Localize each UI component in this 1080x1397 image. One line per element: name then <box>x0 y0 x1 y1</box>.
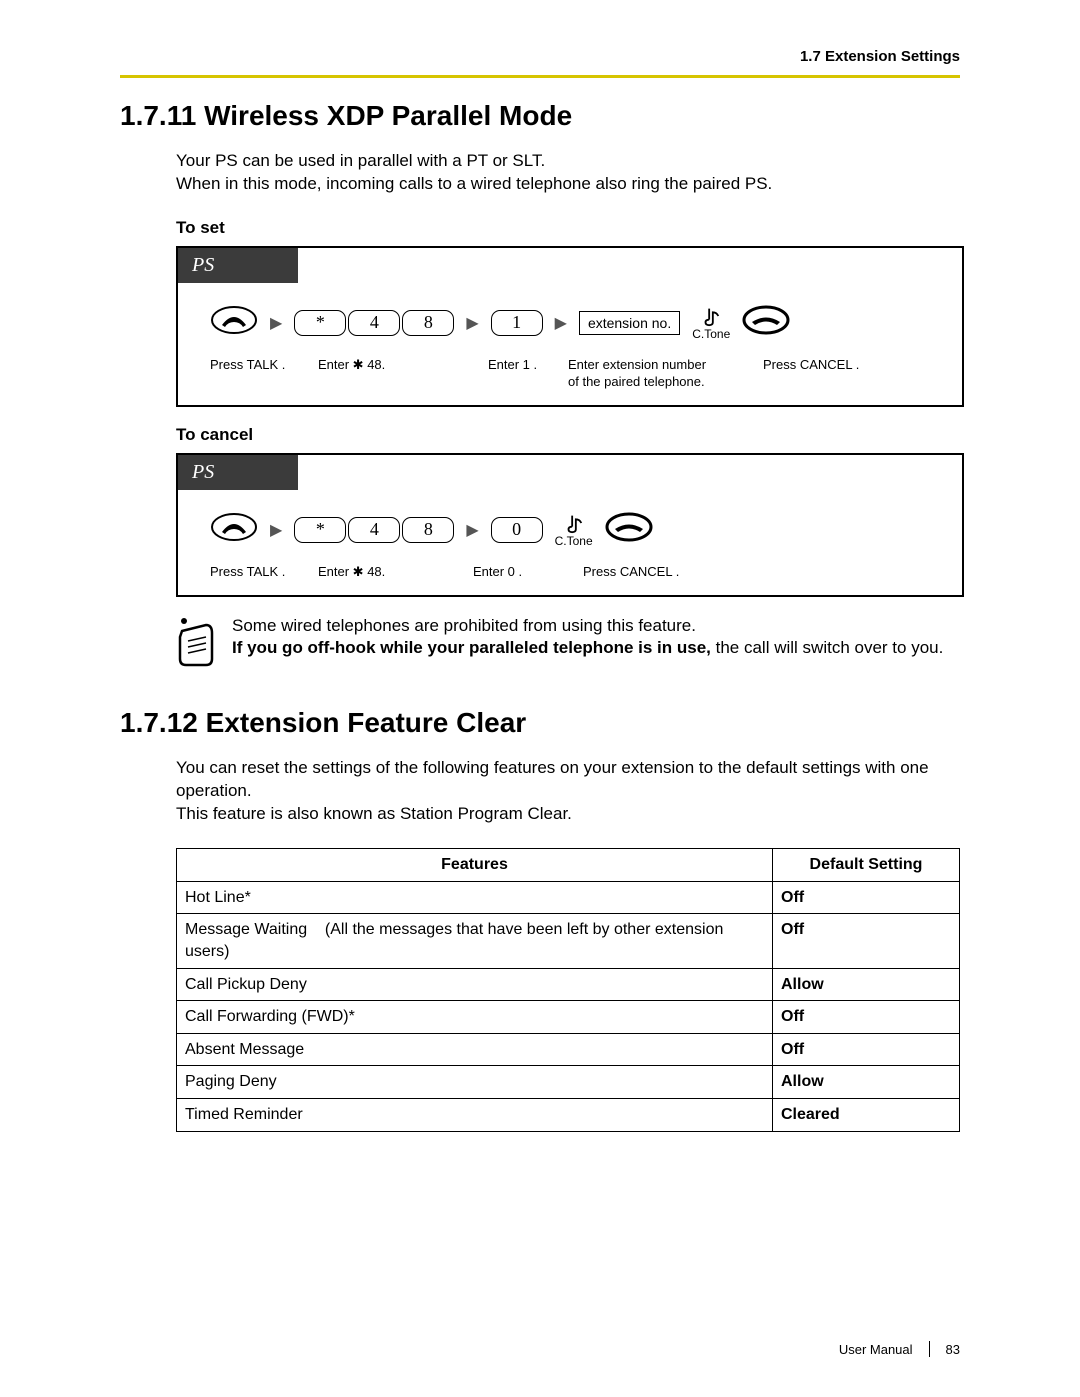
key-star: * <box>294 517 346 543</box>
note-line1: Some wired telephones are prohibited fro… <box>232 615 943 638</box>
cap-press-cancel: Press CANCEL . <box>763 357 859 391</box>
note-text: Some wired telephones are prohibited fro… <box>232 615 943 674</box>
cap-enter-48: Enter ✱ 48. <box>318 357 488 391</box>
ctone-label: C.Tone <box>692 327 730 341</box>
proc-content-cancel: ▶ * 4 8 ▶ 0 C.Tone <box>178 490 962 595</box>
icon-row-cancel: ▶ * 4 8 ▶ 0 C.Tone <box>210 512 942 548</box>
note-block: Some wired telephones are prohibited fro… <box>176 615 960 674</box>
ctone-label: C.Tone <box>555 534 593 548</box>
intro1b: When in this mode, incoming calls to a w… <box>176 174 772 193</box>
confirmation-tone-icon: C.Tone <box>692 305 730 341</box>
arrow-icon: ▶ <box>466 520 478 540</box>
page-header: 1.7 Extension Settings <box>120 48 960 73</box>
default-cell: Cleared <box>773 1099 960 1132</box>
table-row: Message Waiting (All the messages that h… <box>177 914 960 968</box>
table-row: Call Forwarding (FWD)* Off <box>177 1001 960 1034</box>
feature-cell: Absent Message <box>177 1033 773 1066</box>
cap-enter-1: Enter 1 . <box>488 357 568 391</box>
default-cell: Allow <box>773 1066 960 1099</box>
section1-body: Your PS can be used in parallel with a P… <box>176 150 960 673</box>
default-cell: Allow <box>773 968 960 1001</box>
page-footer: User Manual 83 <box>839 1341 960 1357</box>
table-row: Timed Reminder Cleared <box>177 1099 960 1132</box>
note-icon <box>176 615 218 674</box>
page: 1.7 Extension Settings 1.7.11 Wireless X… <box>0 0 1080 1397</box>
talk-handset-icon <box>210 512 258 547</box>
arrow-icon: ▶ <box>466 313 478 333</box>
ps-tab: PS <box>178 455 298 490</box>
intro1a: Your PS can be used in parallel with a P… <box>176 151 545 170</box>
feature-cell: Message Waiting (All the messages that h… <box>177 914 773 968</box>
cancel-handset-icon <box>742 305 790 340</box>
cap-enter-ext: Enter extension number of the paired tel… <box>568 357 763 391</box>
section-heading-1: 1.7.11 Wireless XDP Parallel Mode <box>120 100 960 132</box>
intro-text-2: You can reset the settings of the follow… <box>176 757 960 826</box>
feature-cell: Timed Reminder <box>177 1099 773 1132</box>
default-cell: Off <box>773 1033 960 1066</box>
feature-cell: Paging Deny <box>177 1066 773 1099</box>
cap-ext1: Enter extension number <box>568 357 706 372</box>
keycap-group-star48: * 4 8 <box>294 517 454 543</box>
key-8: 8 <box>402 310 454 336</box>
keycap-group-star48: * 4 8 <box>294 310 454 336</box>
cap-press-cancel: Press CANCEL . <box>583 564 679 581</box>
note2-rest: the call will switch over to you. <box>716 638 944 657</box>
to-set-label: To set <box>176 218 960 238</box>
key-0: 0 <box>491 517 543 543</box>
confirmation-tone-icon: C.Tone <box>555 512 593 548</box>
cap-press-talk: Press TALK . <box>210 357 318 391</box>
key-4: 4 <box>348 517 400 543</box>
feature-cell: Hot Line* <box>177 881 773 914</box>
section-heading-2: 1.7.12 Extension Feature Clear <box>120 707 960 739</box>
note-line2: If you go off-hook while your paralleled… <box>232 637 943 660</box>
footer-page: 83 <box>946 1342 960 1357</box>
col-default: Default Setting <box>773 849 960 882</box>
to-cancel-label: To cancel <box>176 425 960 445</box>
features-tbody: Hot Line* Off Message Waiting (All the m… <box>177 881 960 1131</box>
arrow-icon: ▶ <box>270 520 282 540</box>
footer-divider <box>929 1341 930 1357</box>
intro2b: This feature is also known as Station Pr… <box>176 804 572 823</box>
key-4: 4 <box>348 310 400 336</box>
icon-row-set: ▶ * 4 8 ▶ 1 ▶ extension no. C.Tone <box>210 305 942 341</box>
note2-bold: If you go off-hook while your paralleled… <box>232 638 716 657</box>
default-cell: Off <box>773 881 960 914</box>
caption-row-cancel: Press TALK . Enter ✱ 48. Enter 0 . Press… <box>210 564 942 581</box>
cap-press-talk: Press TALK . <box>210 564 318 581</box>
feature-name: Message Waiting <box>185 921 307 938</box>
talk-handset-icon <box>210 305 258 340</box>
procedure-box-cancel: PS ▶ * 4 8 ▶ 0 C.Tone <box>176 453 964 597</box>
arrow-icon: ▶ <box>555 313 567 333</box>
procedure-box-set: PS ▶ * 4 8 ▶ 1 ▶ extension no. <box>176 246 964 407</box>
table-row: Absent Message Off <box>177 1033 960 1066</box>
default-cell: Off <box>773 1001 960 1034</box>
cap-enter-0: Enter 0 . <box>473 564 583 581</box>
table-row: Hot Line* Off <box>177 881 960 914</box>
header-rule <box>120 75 960 78</box>
key-star: * <box>294 310 346 336</box>
key-8: 8 <box>402 517 454 543</box>
footer-label: User Manual <box>839 1342 913 1357</box>
extension-number-field: extension no. <box>579 311 680 335</box>
cap-ext2: of the paired telephone. <box>568 374 705 389</box>
intro-text-1: Your PS can be used in parallel with a P… <box>176 150 960 196</box>
caption-row-set: Press TALK . Enter ✱ 48. Enter 1 . Enter… <box>210 357 942 391</box>
cancel-handset-icon <box>605 512 653 547</box>
arrow-icon: ▶ <box>270 313 282 333</box>
default-cell: Off <box>773 914 960 968</box>
intro2a: You can reset the settings of the follow… <box>176 758 929 800</box>
header-text: 1.7 Extension Settings <box>800 48 960 65</box>
cap-enter-48: Enter ✱ 48. <box>318 564 473 581</box>
table-row: Call Pickup Deny Allow <box>177 968 960 1001</box>
feature-cell: Call Pickup Deny <box>177 968 773 1001</box>
key-1: 1 <box>491 310 543 336</box>
col-features: Features <box>177 849 773 882</box>
section2-body: You can reset the settings of the follow… <box>176 757 960 1131</box>
table-row: Paging Deny Allow <box>177 1066 960 1099</box>
features-table: Features Default Setting Hot Line* Off M… <box>176 848 960 1131</box>
feature-cell: Call Forwarding (FWD)* <box>177 1001 773 1034</box>
ps-tab: PS <box>178 248 298 283</box>
proc-content-set: ▶ * 4 8 ▶ 1 ▶ extension no. C.Tone <box>178 283 962 405</box>
